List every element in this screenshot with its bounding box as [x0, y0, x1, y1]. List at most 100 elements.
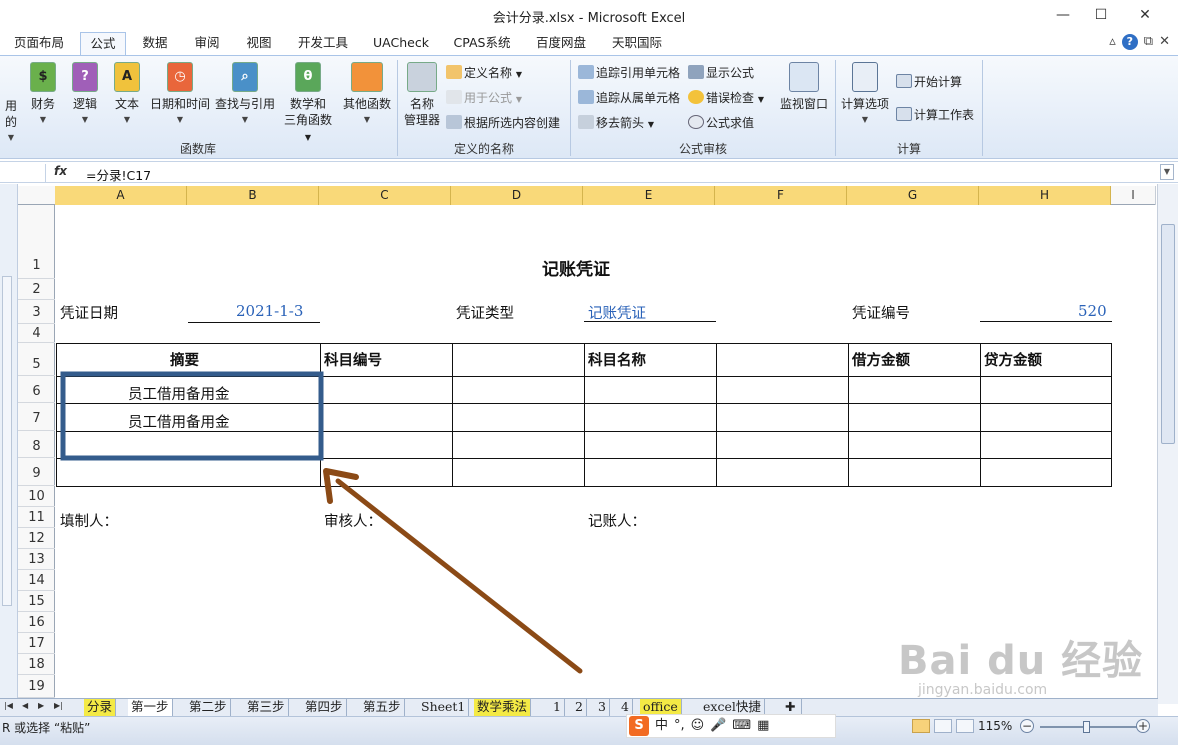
restore-window-icon[interactable]: ⧉ — [1144, 34, 1153, 49]
calculate-now-button[interactable]: 开始计算 — [896, 72, 962, 92]
close-button[interactable]: ✕ — [1130, 4, 1160, 26]
sheet-tab-step1[interactable]: 第一步 — [128, 699, 173, 716]
last-sheet-icon[interactable]: ▶| — [54, 701, 63, 710]
column-header-a[interactable]: A — [55, 186, 187, 205]
microphone-icon[interactable]: 🎤 — [710, 715, 726, 737]
task-pane-scrollbar[interactable] — [2, 276, 12, 606]
evaluate-formula-button[interactable]: 公式求值 — [688, 113, 754, 133]
toolbox-icon[interactable]: ▦ — [757, 715, 769, 737]
prev-sheet-icon[interactable]: ◀ — [22, 701, 28, 710]
row-header-11[interactable]: 11 — [18, 507, 55, 528]
tab-cpas[interactable]: CPAS系统 — [448, 32, 516, 56]
close-window-icon[interactable]: ✕ — [1159, 34, 1170, 49]
row-header-6[interactable]: 6 — [18, 376, 55, 403]
minimize-button[interactable]: — — [1048, 4, 1078, 26]
sheet-tab-2[interactable]: 2 — [572, 699, 587, 716]
name-manager-button[interactable]: 名称 管理器 — [400, 62, 444, 128]
sheet-tab-sheet1[interactable]: Sheet1 — [418, 699, 470, 716]
define-name-button[interactable]: 定义名称 ▼ — [446, 63, 522, 83]
scrollbar-thumb[interactable] — [1161, 224, 1175, 444]
page-layout-view-button[interactable] — [934, 719, 952, 733]
date-time-button[interactable]: ◷ 日期和时间 ▼ — [148, 62, 212, 128]
ime-punctuation[interactable]: °, — [674, 715, 685, 737]
tab-review[interactable]: 审阅 — [188, 32, 226, 56]
maximize-button[interactable]: ☐ — [1086, 4, 1116, 26]
tab-developer[interactable]: 开发工具 — [292, 32, 354, 56]
row-header-5[interactable]: 5 — [18, 343, 55, 376]
trace-dependents-button[interactable]: 追踪从属单元格 — [578, 88, 680, 108]
help-icon[interactable]: ? — [1121, 34, 1138, 50]
row-header-8[interactable]: 8 — [18, 431, 55, 458]
error-checking-button[interactable]: 错误检查 ▼ — [688, 88, 764, 108]
column-header-c[interactable]: C — [319, 186, 451, 205]
column-header-f[interactable]: F — [715, 186, 847, 205]
sheet-tab-step4[interactable]: 第四步 — [302, 699, 347, 716]
sheet-tab-math[interactable]: 数学乘法 — [474, 699, 532, 716]
column-header-d[interactable]: D — [451, 186, 583, 205]
column-header-b[interactable]: B — [187, 186, 319, 205]
tab-view[interactable]: 视图 — [240, 32, 278, 56]
row-header-10[interactable]: 10 — [18, 486, 55, 507]
logical-button[interactable]: ? 逻辑 ▼ — [68, 62, 102, 128]
fx-icon[interactable]: fx — [54, 164, 67, 178]
column-header-g[interactable]: G — [847, 186, 979, 205]
formula-input[interactable]: =分录!C17 — [86, 165, 151, 184]
tab-formulas[interactable]: 公式 — [80, 32, 126, 56]
row-header-17[interactable]: 17 — [18, 633, 55, 654]
row-header-14[interactable]: 14 — [18, 570, 55, 591]
row-header-1[interactable]: 1 — [18, 205, 55, 279]
page-break-view-button[interactable] — [956, 719, 974, 733]
remove-arrows-button[interactable]: 移去箭头 ▼ — [578, 113, 654, 133]
row-header-9[interactable]: 9 — [18, 458, 55, 486]
financial-button[interactable]: $ 财务 ▼ — [26, 62, 60, 128]
calculate-sheet-button[interactable]: 计算工作表 — [896, 105, 974, 125]
row-header-3[interactable]: 3 — [18, 300, 55, 324]
sheet-tab-step5[interactable]: 第五步 — [360, 699, 405, 716]
tab-data[interactable]: 数据 — [136, 32, 174, 56]
expand-formula-bar-icon[interactable]: ▼ — [1160, 164, 1174, 180]
math-trig-button[interactable]: θ 数学和 三角函数 ▼ — [280, 62, 336, 146]
tab-tianzhi[interactable]: 天职国际 — [606, 32, 668, 56]
calculation-options-button[interactable]: 计算选项 ▼ — [838, 62, 892, 128]
tab-uacheck[interactable]: UACheck — [368, 32, 434, 56]
watch-window-button[interactable]: 监视窗口 — [776, 62, 832, 112]
row-header-12[interactable]: 12 — [18, 528, 55, 549]
row-header-16[interactable]: 16 — [18, 612, 55, 633]
ime-mode[interactable]: 中 — [655, 715, 668, 737]
ribbon-collapse-icon[interactable]: ▵ — [1109, 34, 1116, 49]
use-in-formula-button[interactable]: 用于公式 ▼ — [446, 88, 522, 108]
tab-baidu-netdisk[interactable]: 百度网盘 — [530, 32, 592, 56]
next-sheet-icon[interactable]: ▶ — [38, 701, 44, 710]
ime-toolbar[interactable]: S 中 °, ☺ 🎤 ⌨ ▦ — [626, 714, 836, 738]
keyboard-icon[interactable]: ⌨ — [732, 715, 751, 737]
emoji-icon[interactable]: ☺ — [691, 715, 705, 737]
row-header-15[interactable]: 15 — [18, 591, 55, 612]
sheet-tab-3[interactable]: 3 — [595, 699, 610, 716]
show-formulas-button[interactable]: 显示公式 — [688, 63, 754, 83]
zoom-slider-track[interactable] — [1040, 726, 1140, 728]
create-from-selection-button[interactable]: 根据所选内容创建 — [446, 113, 560, 133]
row-header-2[interactable]: 2 — [18, 279, 55, 300]
zoom-out-button[interactable]: − — [1020, 719, 1034, 733]
column-header-i[interactable]: I — [1111, 186, 1156, 205]
sheet-tab-1[interactable]: 1 — [550, 699, 565, 716]
recently-used-button[interactable]: 用的 ▼ — [0, 98, 22, 146]
row-header-4[interactable]: 4 — [18, 324, 55, 343]
normal-view-button[interactable] — [912, 719, 930, 733]
row-header-19[interactable]: 19 — [18, 675, 55, 698]
lookup-reference-button[interactable]: ⌕ 查找与引用 ▼ — [214, 62, 276, 128]
sheet-tab-step2[interactable]: 第二步 — [186, 699, 231, 716]
sheet-tab-fenlu[interactable]: 分录 — [84, 699, 117, 716]
sheet-tab-step3[interactable]: 第三步 — [244, 699, 289, 716]
name-box[interactable] — [0, 164, 46, 182]
trace-precedents-button[interactable]: 追踪引用单元格 — [578, 63, 680, 83]
more-functions-button[interactable]: 其他函数 ▼ — [340, 62, 394, 128]
row-header-13[interactable]: 13 — [18, 549, 55, 570]
row-header-18[interactable]: 18 — [18, 654, 55, 675]
first-sheet-icon[interactable]: |◀ — [4, 701, 13, 710]
column-header-e[interactable]: E — [583, 186, 715, 205]
vertical-scrollbar[interactable] — [1157, 184, 1178, 704]
column-header-h[interactable]: H — [979, 186, 1111, 205]
tab-page-layout[interactable]: 页面布局 — [8, 32, 70, 56]
zoom-slider-knob[interactable] — [1083, 721, 1090, 733]
